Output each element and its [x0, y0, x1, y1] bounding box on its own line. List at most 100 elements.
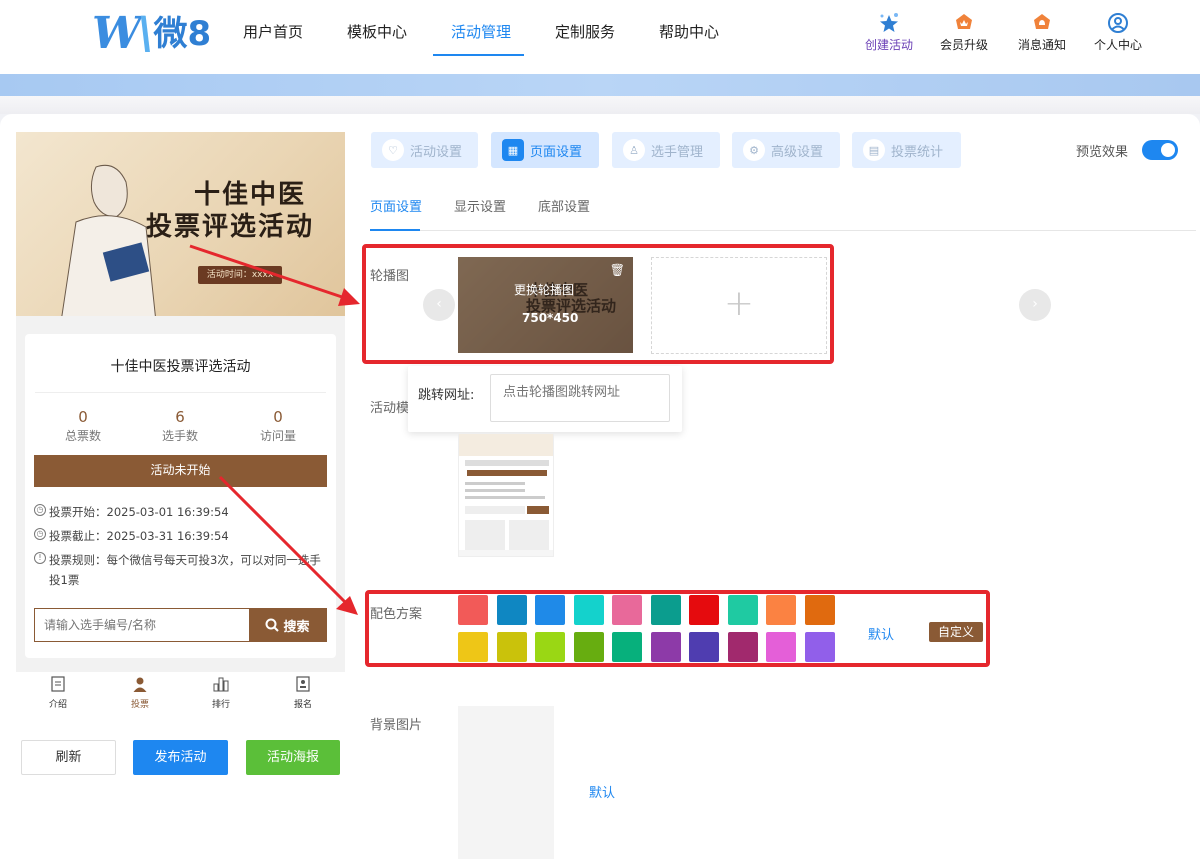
- highlight-box-carousel: [362, 244, 834, 364]
- preview-tabbar: 介绍 投票 排行 报名: [16, 672, 345, 716]
- banner-time-label: 活动时间：xxxx: [198, 266, 282, 284]
- nav-active-underline: [433, 54, 524, 56]
- search-icon: [265, 618, 280, 632]
- vote-start-text: 投票开始：2025-03-01 16:39:54: [49, 505, 229, 519]
- carousel-next-button[interactable]: ›: [1019, 289, 1051, 321]
- tab-label: 页面设置: [530, 144, 583, 160]
- divider: [35, 392, 326, 393]
- create-activity-label: 创建活动: [864, 38, 913, 52]
- template-label: 活动模: [370, 401, 410, 416]
- tabbar-vote-label: 投票: [130, 700, 149, 710]
- tabbar-intro-label: 介绍: [48, 700, 67, 710]
- stat-label: 访问量: [259, 429, 296, 443]
- signup-form-icon: [296, 676, 310, 692]
- tab-vote-statistics[interactable]: ▤ 投票统计: [852, 132, 961, 168]
- search-button-label: 搜索: [283, 619, 310, 635]
- contestant-search: 搜索: [34, 608, 327, 642]
- tab-label: 活动设置: [410, 144, 463, 160]
- tab-contestant-management[interactable]: ♙ 选手管理: [612, 132, 720, 168]
- decorative-grey-band: [0, 96, 1200, 114]
- subtab-active-underline: [370, 229, 420, 231]
- tabbar-ranking-label: 排行: [211, 700, 230, 710]
- jump-url-input[interactable]: [490, 374, 670, 422]
- tab-label: 高级设置: [771, 144, 824, 160]
- vote-rule-text: 投票规则：每个微信号每天可投3次，可以对同一选手投1票: [49, 553, 321, 587]
- tabbar-signup[interactable]: 报名: [278, 676, 328, 710]
- bell-badge-icon: [1034, 14, 1050, 29]
- activity-poster-button[interactable]: 活动海报: [246, 740, 340, 775]
- logo[interactable]: W \ 微8: [92, 12, 211, 56]
- notifications-label: 消息通知: [1017, 38, 1066, 52]
- member-upgrade-button[interactable]: 会员升级: [929, 12, 999, 53]
- person-icon: [133, 677, 147, 692]
- layout-icon: ▦: [502, 139, 524, 161]
- logo-w-mark: W: [92, 8, 141, 59]
- preview-toggle[interactable]: [1142, 140, 1178, 160]
- vote-rule-line: ! 投票规则：每个微信号每天可投3次，可以对同一选手投1票: [34, 550, 329, 590]
- logo-text: 微8: [153, 14, 212, 54]
- tabbar-signup-label: 报名: [293, 700, 312, 710]
- activity-info-card: 十佳中医投票评选活动 0 总票数 6 选手数 0 访问量 活动未开始 ◷ 投票开…: [25, 334, 336, 658]
- nav-activity-management[interactable]: 活动管理: [451, 22, 511, 56]
- person-icon: ♙: [623, 139, 645, 161]
- heart-icon: ♡: [382, 139, 404, 161]
- member-upgrade-label: 会员升级: [939, 38, 988, 52]
- stat-label: 总票数: [64, 429, 101, 443]
- stat-contestants: 6 选手数: [130, 408, 230, 444]
- nav-help[interactable]: 帮助中心: [659, 22, 719, 56]
- template-preview-graphic: [459, 434, 553, 556]
- stat-total-votes: 0 总票数: [33, 408, 133, 444]
- vote-start-line: ◷ 投票开始：2025-03-01 16:39:54: [34, 502, 329, 522]
- tab-label: 投票统计: [891, 144, 944, 160]
- background-image-thumbnail[interactable]: [458, 706, 554, 859]
- stat-value: 0: [273, 408, 283, 426]
- publish-activity-button[interactable]: 发布活动: [133, 740, 228, 775]
- create-activity-button[interactable]: 创建活动: [854, 12, 924, 53]
- tabbar-intro[interactable]: 介绍: [33, 676, 83, 710]
- stat-visits: 0 访问量: [228, 408, 328, 444]
- background-image-label: 背景图片: [370, 718, 423, 733]
- refresh-button[interactable]: 刷新: [21, 740, 116, 775]
- tab-page-settings[interactable]: ▦ 页面设置: [491, 132, 599, 168]
- template-thumbnail[interactable]: [458, 433, 554, 557]
- tabbar-vote[interactable]: 投票: [115, 676, 165, 710]
- tabbar-ranking[interactable]: 排行: [196, 676, 246, 710]
- clock-icon: ◷: [34, 528, 46, 540]
- background-default-link[interactable]: 默认: [589, 782, 615, 801]
- nav-custom-service[interactable]: 定制服务: [555, 22, 615, 56]
- crown-badge-icon: [956, 14, 972, 29]
- vote-end-line: ◷ 投票截止：2025-03-31 16:39:54: [34, 526, 329, 546]
- user-center-label: 个人中心: [1093, 38, 1142, 52]
- subtab-page-settings[interactable]: 页面设置: [370, 196, 422, 215]
- bar-chart-icon: [213, 677, 229, 692]
- user-circle-icon: [1108, 13, 1128, 33]
- stat-value: 6: [175, 408, 185, 426]
- preview-banner: 十佳中医 投票评选活动 活动时间：xxxx: [16, 132, 345, 316]
- subtab-divider: [370, 230, 1196, 231]
- stat-label: 选手数: [161, 429, 198, 443]
- notifications-button[interactable]: 消息通知: [1007, 12, 1077, 53]
- vote-end-text: 投票截止：2025-03-31 16:39:54: [49, 529, 229, 543]
- subtab-display-settings[interactable]: 显示设置: [454, 196, 506, 215]
- info-icon: !: [34, 552, 46, 564]
- user-center-button[interactable]: 个人中心: [1083, 12, 1153, 53]
- preview-toggle-label: 预览效果: [1076, 145, 1129, 160]
- tab-label: 选手管理: [651, 144, 704, 160]
- jump-url-label: 跳转网址:: [418, 388, 475, 403]
- top-nav: W \ 微8 用户首页 模板中心 活动管理 定制服务 帮助中心 创建活动 会员升…: [0, 0, 1200, 74]
- banner-title-line2: 投票评选活动: [146, 212, 315, 242]
- activity-status-button[interactable]: 活动未开始: [34, 455, 327, 487]
- subtab-footer-settings[interactable]: 底部设置: [538, 196, 590, 215]
- clock-icon: ◷: [34, 504, 46, 516]
- tab-advanced-settings[interactable]: ⚙ 高级设置: [732, 132, 840, 168]
- search-button[interactable]: 搜索: [249, 609, 326, 641]
- decorative-blue-band: [0, 74, 1200, 96]
- nav-home[interactable]: 用户首页: [243, 22, 303, 56]
- sliders-icon: ⚙: [743, 139, 765, 161]
- tab-activity-settings[interactable]: ♡ 活动设置: [371, 132, 478, 168]
- highlight-box-color-scheme: [365, 590, 990, 667]
- jump-url-popup: 跳转网址:: [408, 366, 682, 432]
- nav-templates[interactable]: 模板中心: [347, 22, 407, 56]
- logo-w-mark-2: \: [137, 8, 153, 59]
- contestant-search-input[interactable]: [35, 609, 249, 641]
